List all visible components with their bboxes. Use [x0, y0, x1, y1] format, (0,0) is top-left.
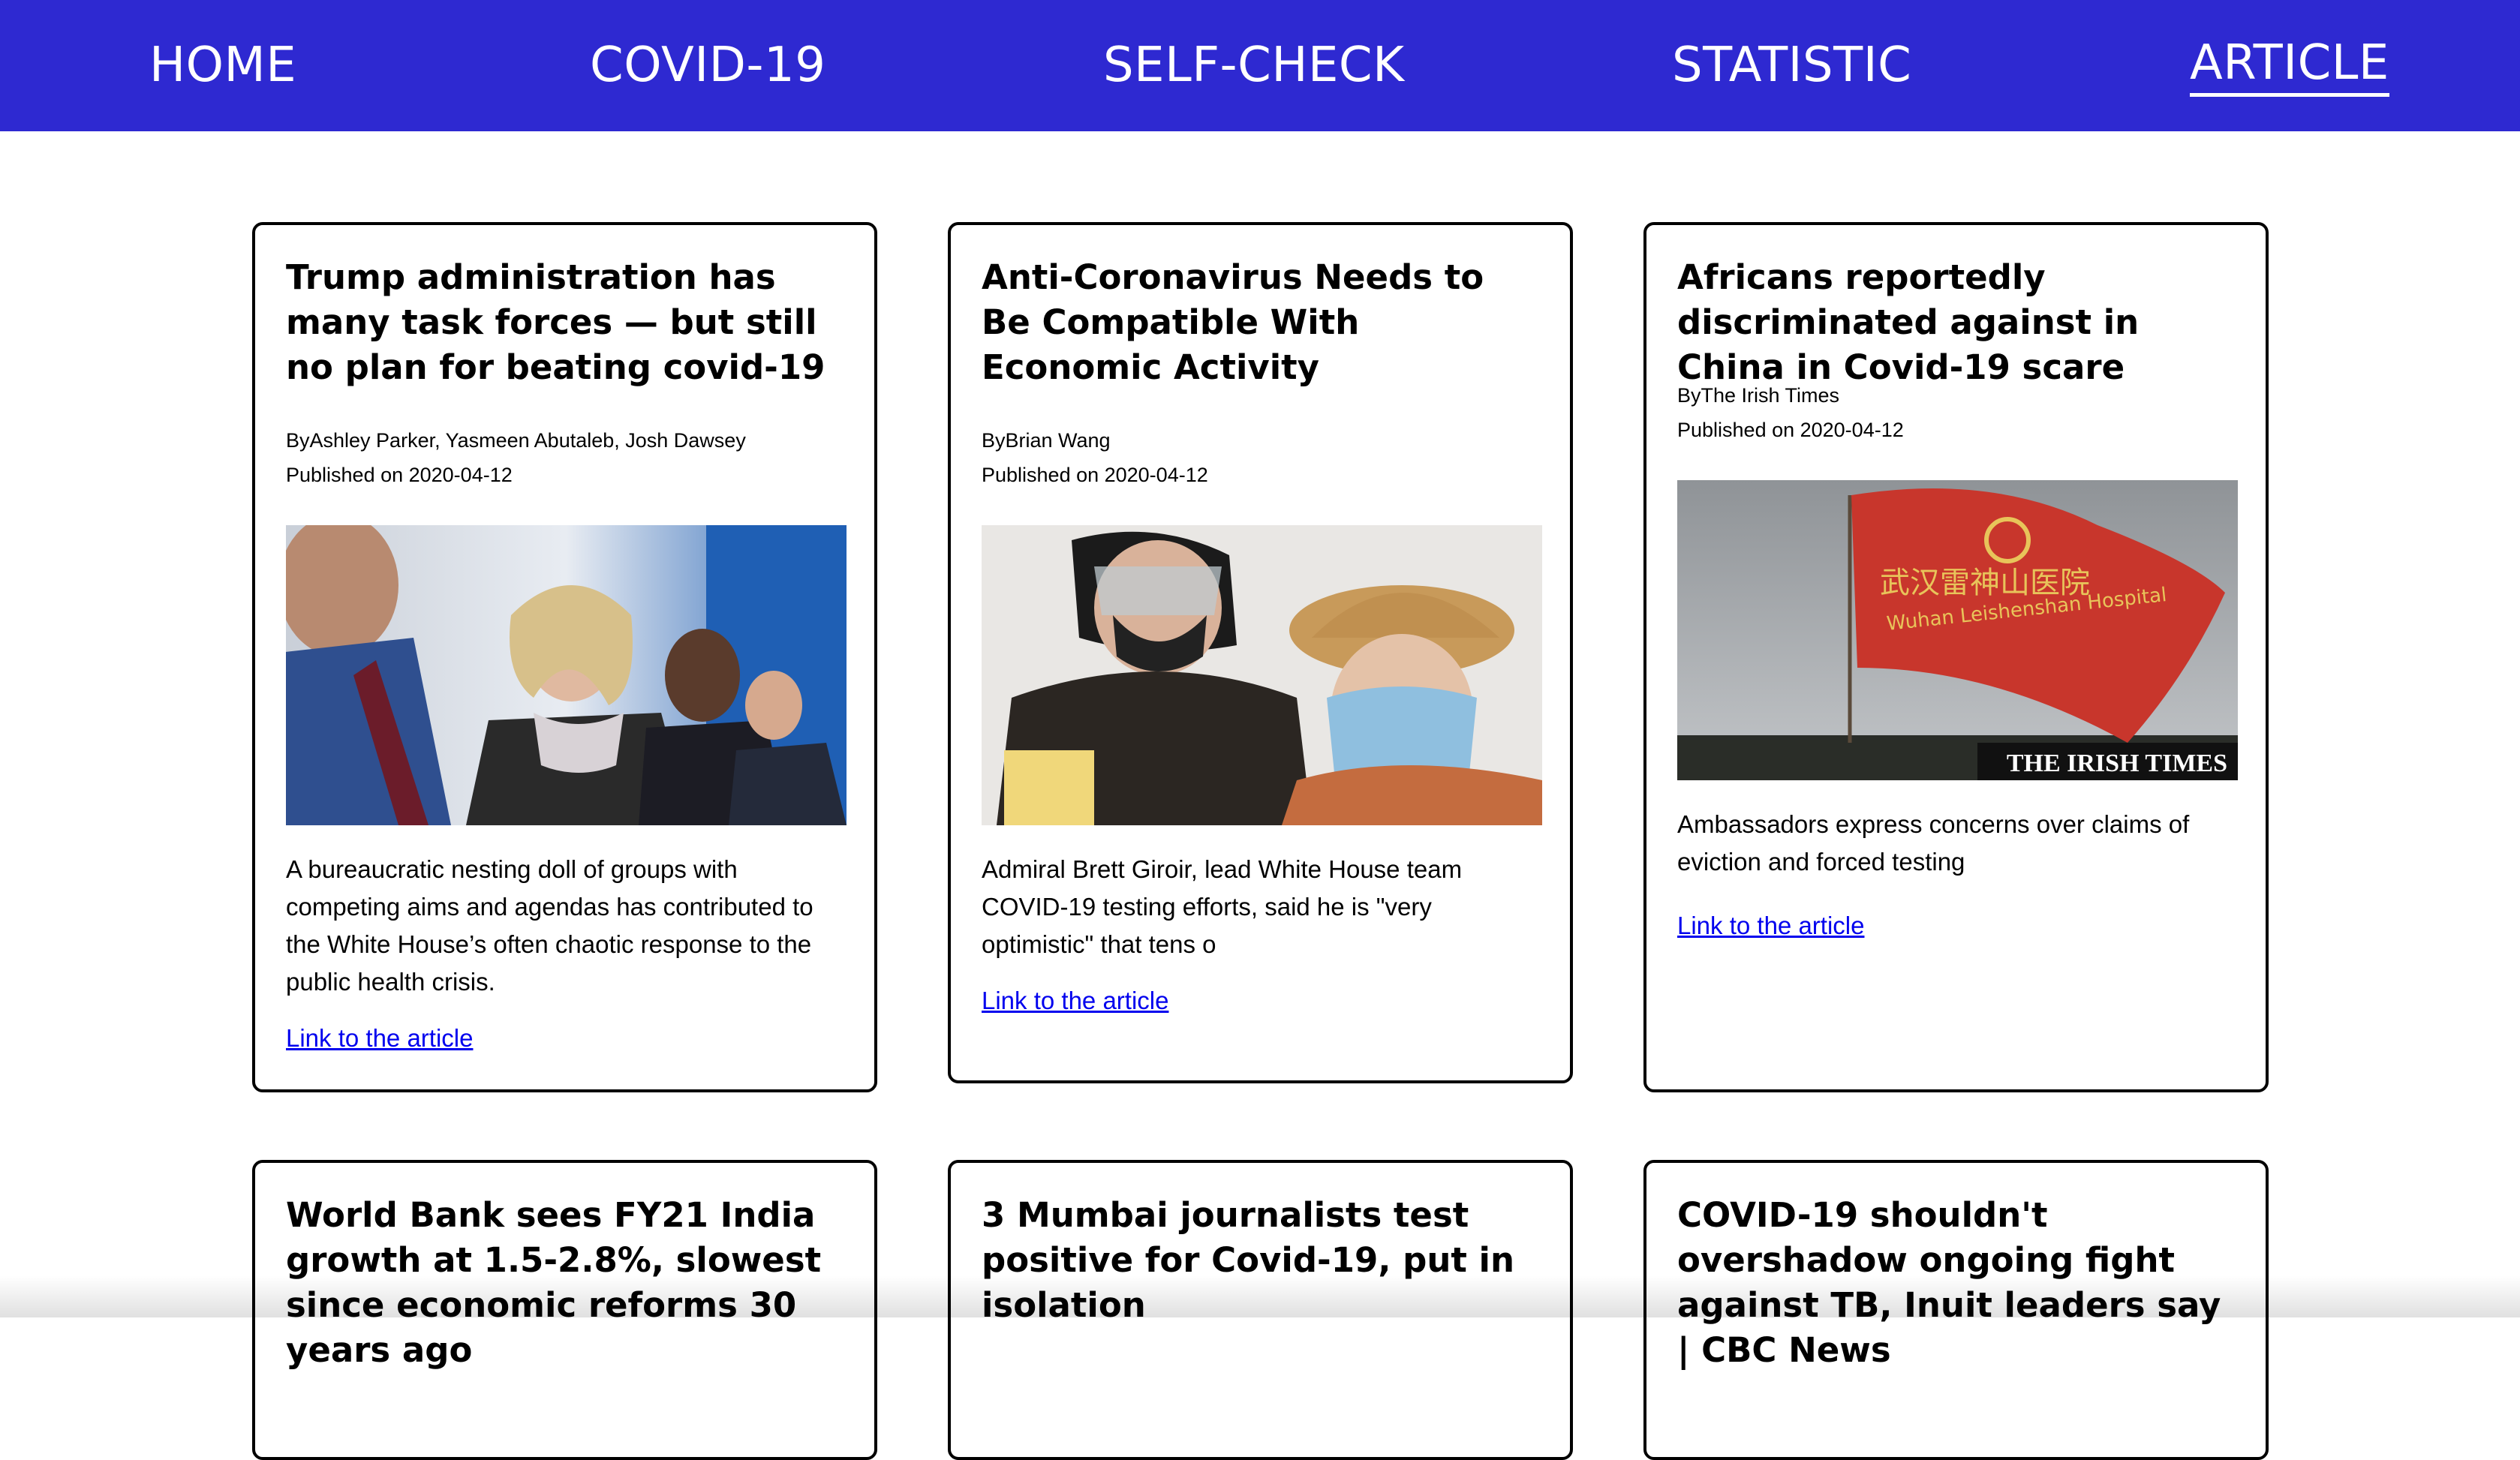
nav-self-check[interactable]: SELF-CHECK [1103, 33, 1405, 98]
article-title: Trump administration has many task force… [286, 257, 825, 387]
article-title: Africans reportedly discriminated agains… [1677, 257, 2140, 387]
article-description: Ambassadors express concerns over claims… [1677, 810, 2190, 876]
article-byline: ByThe Irish Times [1677, 384, 1840, 407]
article-published-date: Published on 2020-04-12 [1677, 419, 1904, 441]
article-card: Trump administration has many task force… [252, 222, 877, 1092]
article-description: A bureaucratic nesting doll of groups wi… [286, 855, 813, 996]
article-card: Anti-Coronavirus Needs to Be Compatible … [948, 222, 1573, 1083]
article-description: Admiral Brett Giroir, lead White House t… [982, 855, 1463, 958]
article-published-date: Published on 2020-04-12 [286, 464, 513, 486]
bottom-fade [0, 1275, 2520, 1317]
article-card: Africans reportedly discriminated agains… [1643, 222, 2269, 1092]
article-link[interactable]: Link to the article [1677, 907, 1864, 945]
top-navbar: HOME COVID-19 SELF-CHECK STATISTIC ARTIC… [0, 0, 2520, 131]
article-image [286, 525, 847, 825]
photo-red-flag: 武汉雷神山医院 Wuhan Leishenshan Hospital THE I… [1677, 480, 2238, 780]
image-watermark: THE IRISH TIMES [2007, 750, 2227, 777]
article-title: Anti-Coronavirus Needs to Be Compatible … [982, 257, 1484, 387]
article-link[interactable]: Link to the article [982, 982, 1168, 1020]
nav-home[interactable]: HOME [149, 33, 296, 98]
article-image: 武汉雷神山医院 Wuhan Leishenshan Hospital THE I… [1677, 480, 2238, 780]
article-published-date: Published on 2020-04-12 [982, 464, 1208, 486]
nav-covid-19[interactable]: COVID-19 [590, 33, 825, 98]
article-byline: ByBrian Wang [982, 429, 1111, 452]
article-image [982, 525, 1542, 825]
article-byline: ByAshley Parker, Yasmeen Abutaleb, Josh … [286, 429, 746, 452]
nav-article[interactable]: ARTICLE [2190, 33, 2389, 97]
photo-officials-seated [286, 525, 847, 825]
article-link[interactable]: Link to the article [286, 1020, 473, 1057]
nav-statistic[interactable]: STATISTIC [1672, 33, 1911, 98]
photo-masked-people [982, 525, 1542, 825]
